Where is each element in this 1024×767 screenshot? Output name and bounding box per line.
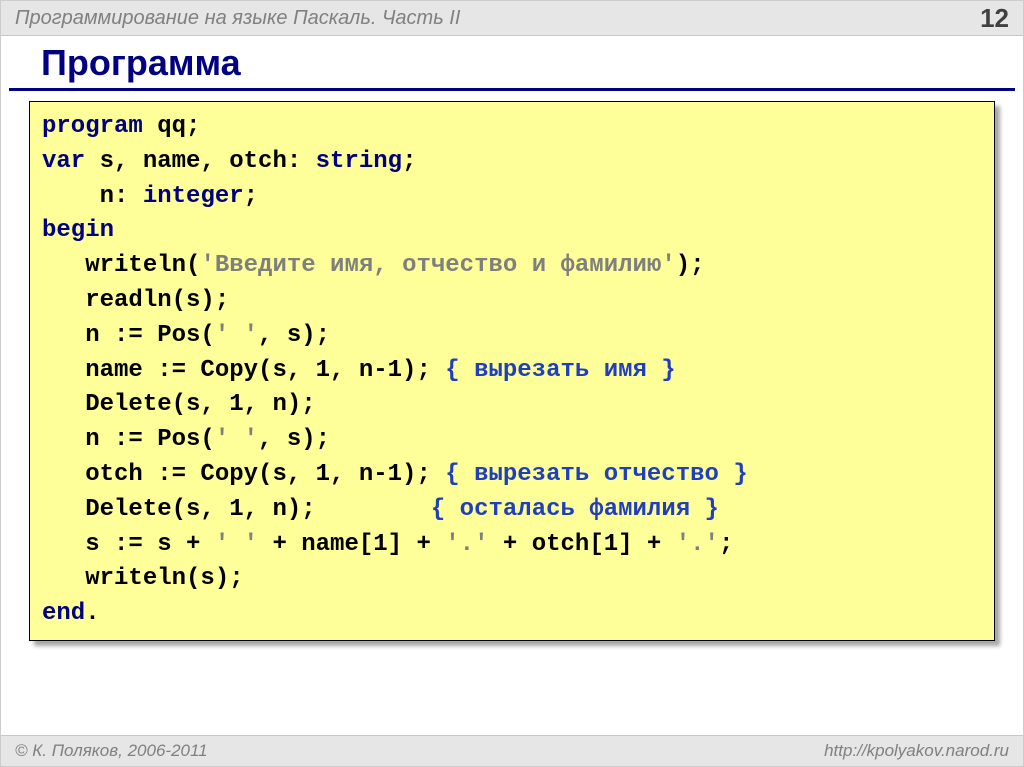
code-text: ; <box>402 148 416 175</box>
page-number: 12 <box>980 3 1009 34</box>
code-text: n := Pos( <box>42 426 215 453</box>
code-text: Delete(s, 1, n); <box>42 391 316 418</box>
code-text: s, name, otch: <box>85 148 315 175</box>
code-text: , s); <box>258 426 330 453</box>
kw-program: program <box>42 113 143 140</box>
code-listing: program qq; var s, name, otch: string; n… <box>42 110 982 632</box>
code-box: program qq; var s, name, otch: string; n… <box>29 101 995 641</box>
code-text: n := Pos( <box>42 322 215 349</box>
code-panel: program qq; var s, name, otch: string; n… <box>29 101 995 641</box>
kw-var: var <box>42 148 85 175</box>
code-text: . <box>85 600 99 627</box>
footer-url: http://kpolyakov.narod.ru <box>824 741 1009 761</box>
code-text: ; <box>244 183 258 210</box>
header-title: Программирование на языке Паскаль. Часть… <box>15 7 460 30</box>
comment: { вырезать отчество } <box>445 461 747 488</box>
slide-title: Программа <box>9 36 1015 91</box>
code-text: + name[1] + <box>258 531 445 558</box>
code-text: ; <box>719 531 733 558</box>
code-text: otch := Copy(s, 1, n-1); <box>42 461 445 488</box>
string-literal: '.' <box>445 531 488 558</box>
string-literal: ' ' <box>215 531 258 558</box>
string-literal: 'Введите имя, отчество и фамилию' <box>200 252 675 279</box>
code-text: s := s + <box>42 531 215 558</box>
code-text: + otch[1] + <box>489 531 676 558</box>
kw-string: string <box>316 148 402 175</box>
footer-bar: © К. Поляков, 2006-2011 http://kpolyakov… <box>1 735 1023 766</box>
copyright: © К. Поляков, 2006-2011 <box>15 741 208 761</box>
string-literal: ' ' <box>215 322 258 349</box>
kw-end: end <box>42 600 85 627</box>
code-text: writeln( <box>42 252 200 279</box>
comment: { вырезать имя } <box>445 357 675 384</box>
code-text: n: <box>42 183 143 210</box>
string-literal: '.' <box>676 531 719 558</box>
code-text: ); <box>676 252 705 279</box>
header-bar: Программирование на языке Паскаль. Часть… <box>1 1 1023 36</box>
code-text: Delete(s, 1, n); <box>42 496 431 523</box>
code-text: qq; <box>143 113 201 140</box>
kw-begin: begin <box>42 217 114 244</box>
code-text: writeln(s); <box>42 565 244 592</box>
comment: { осталась фамилия } <box>431 496 719 523</box>
string-literal: ' ' <box>215 426 258 453</box>
slide: Программирование на языке Паскаль. Часть… <box>0 0 1024 767</box>
code-text: readln(s); <box>42 287 229 314</box>
code-text: , s); <box>258 322 330 349</box>
code-text: name := Copy(s, 1, n-1); <box>42 357 445 384</box>
kw-integer: integer <box>143 183 244 210</box>
